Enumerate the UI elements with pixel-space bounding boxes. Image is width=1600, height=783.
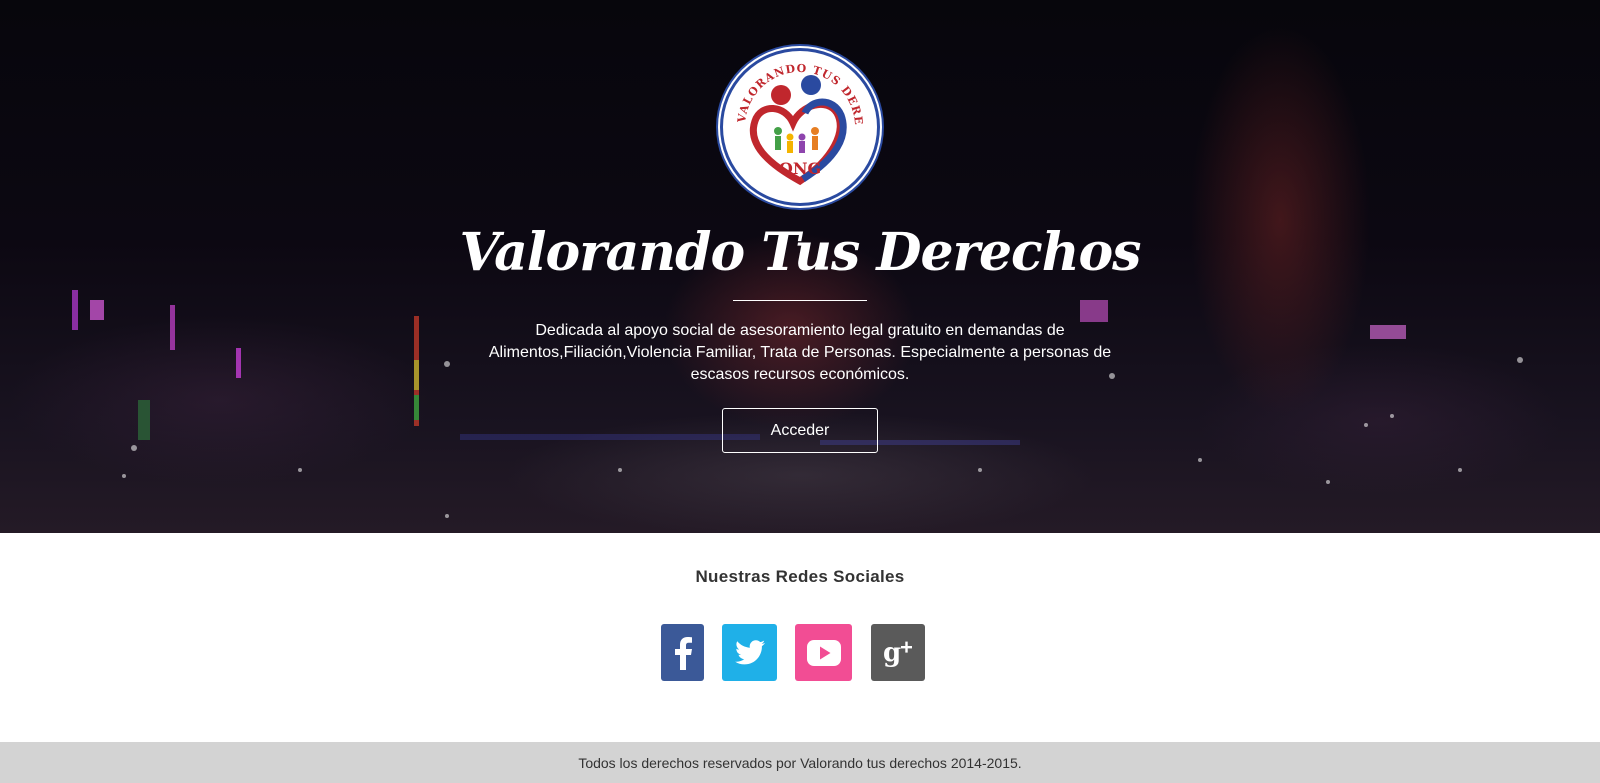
logo-badge-text: ONG (779, 159, 821, 178)
site-title: Valorando Tus Derechos (459, 222, 1142, 283)
hero-section: VALORANDO TUS DERECHOS ONG Valorando Tus… (0, 0, 1600, 533)
facebook-icon (674, 636, 692, 670)
svg-text:g: g (883, 638, 901, 668)
youtube-button[interactable] (795, 624, 852, 681)
twitter-button[interactable] (722, 624, 777, 681)
youtube-icon (806, 639, 841, 666)
facebook-button[interactable] (661, 624, 704, 681)
social-section-title: Nuestras Redes Sociales (695, 567, 905, 586)
google-plus-button[interactable]: g (871, 624, 925, 681)
title-divider (733, 300, 867, 301)
ong-logo: VALORANDO TUS DERECHOS ONG (720, 48, 880, 206)
access-button[interactable]: Acceder (722, 408, 878, 453)
site-description: Dedicada al apoyo social de asesoramient… (488, 322, 1112, 383)
google-plus-icon: g (883, 638, 912, 668)
footer: Todos los derechos reservados por Valora… (0, 742, 1600, 783)
copyright-text: Todos los derechos reservados por Valora… (578, 754, 1022, 771)
twitter-icon (734, 640, 765, 665)
